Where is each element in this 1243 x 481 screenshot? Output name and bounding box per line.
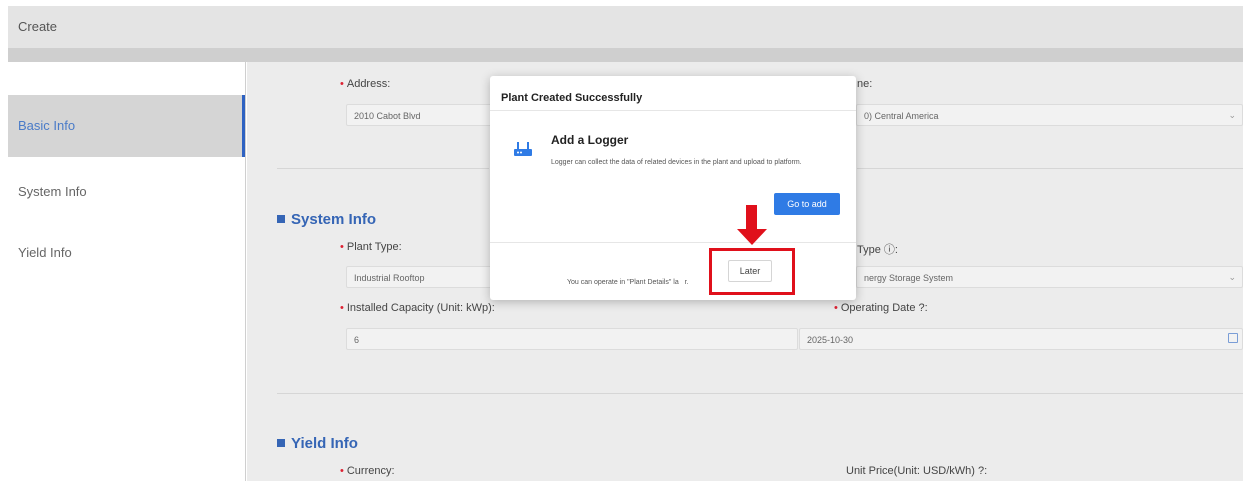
- system-type-label: Type ⓘ:: [857, 244, 898, 256]
- sidebar-item-system-info[interactable]: System Info: [8, 161, 245, 223]
- top-bar: Create: [8, 6, 1243, 48]
- square-bullet-icon: [277, 439, 285, 447]
- annotation-arrow: [746, 205, 757, 230]
- address-label: • Address:: [340, 78, 391, 90]
- system-info-heading: System Info: [277, 211, 376, 228]
- system-type-select[interactable]: nergy Storage System ⌄: [856, 266, 1243, 288]
- calendar-icon[interactable]: [1228, 333, 1238, 343]
- logger-description: Logger can collect the data of related d…: [551, 159, 802, 166]
- annotation-highlight-box: [709, 248, 795, 295]
- top-strip: [8, 48, 1243, 62]
- plant-type-select[interactable]: Industrial Rooftop: [346, 266, 506, 288]
- logger-heading: Add a Logger: [551, 133, 629, 147]
- divider: [857, 168, 1243, 169]
- divider: [490, 242, 856, 243]
- operating-date-label: • Operating Date ?:: [834, 302, 928, 314]
- currency-label: • Currency:: [340, 465, 395, 477]
- plant-type-label: • Plant Type:: [340, 241, 402, 253]
- question-circle-icon[interactable]: ?: [919, 302, 925, 314]
- go-to-add-button[interactable]: Go to add: [774, 193, 840, 215]
- timezone-label: ne:: [857, 78, 873, 90]
- divider: [277, 168, 489, 169]
- operating-date-input[interactable]: 2025-10-30: [799, 328, 1243, 350]
- timezone-select[interactable]: 0) Central America ⌄: [856, 104, 1243, 126]
- chevron-down-icon: ⌄: [1228, 110, 1236, 120]
- info-circle-icon[interactable]: ⓘ: [884, 244, 895, 256]
- square-bullet-icon: [277, 215, 285, 223]
- dialog-footer-text: You can operate in "Plant Details" later…: [567, 279, 689, 286]
- router-icon: [514, 142, 532, 156]
- installed-capacity-input[interactable]: 6: [346, 328, 798, 350]
- unit-price-label: Unit Price(Unit: USD/kWh) ?:: [846, 465, 988, 477]
- installed-capacity-label: • Installed Capacity (Unit: kWp):: [340, 302, 495, 314]
- chevron-down-icon: ⌄: [1228, 272, 1236, 282]
- divider: [277, 393, 1243, 394]
- annotation-arrow-head: [737, 229, 767, 245]
- sidebar-item-basic-info[interactable]: Basic Info: [8, 95, 245, 157]
- dialog-title: Plant Created Successfully: [501, 92, 643, 104]
- sidebar: Basic Info System Info Yield Info: [8, 62, 246, 481]
- yield-info-heading: Yield Info: [277, 435, 358, 452]
- plant-created-dialog: Plant Created Successfully Add a Logger …: [490, 76, 856, 300]
- divider: [490, 110, 856, 111]
- question-circle-icon[interactable]: ?: [978, 465, 984, 477]
- page-title: Create: [18, 19, 58, 34]
- address-input[interactable]: 2010 Cabot Blvd: [346, 104, 506, 126]
- required-mark: •: [340, 78, 344, 90]
- sidebar-item-yield-info[interactable]: Yield Info: [8, 222, 245, 284]
